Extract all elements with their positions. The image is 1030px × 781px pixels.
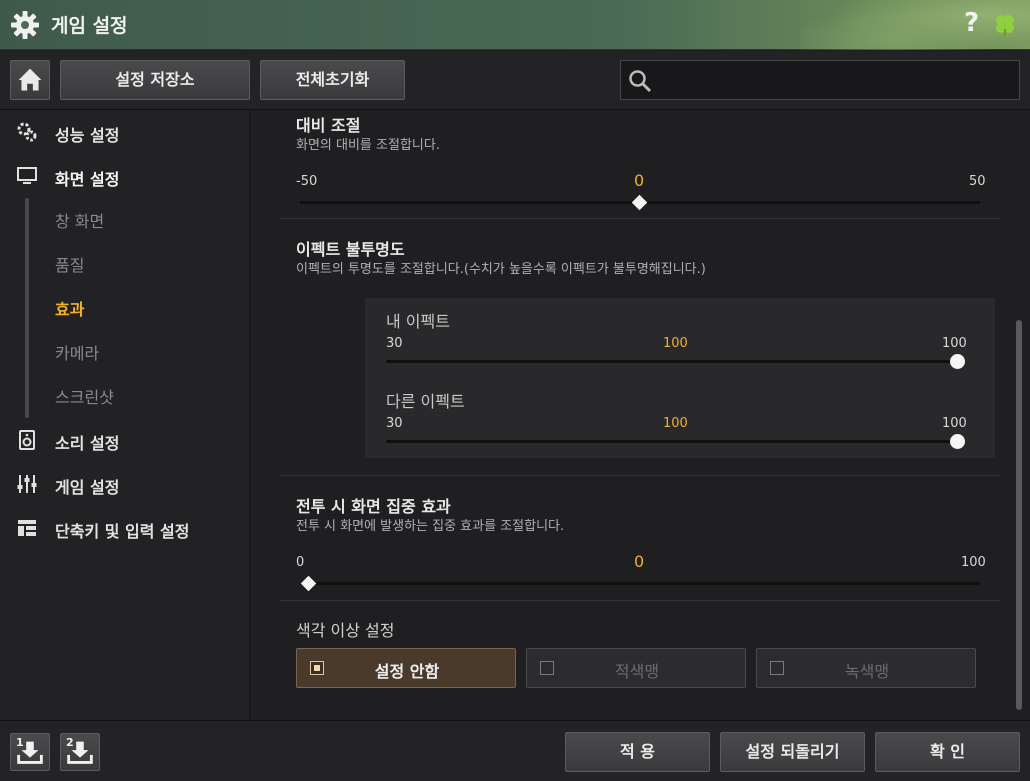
load-slot-2-button[interactable]: 2 <box>60 733 100 771</box>
help-icon[interactable]: ? <box>964 8 979 38</box>
my-effect-slider[interactable] <box>386 360 956 363</box>
contrast-desc: 화면의 대비를 조절합니다. <box>296 138 440 153</box>
download-icon <box>17 741 43 764</box>
combat-focus-slider[interactable] <box>300 582 980 585</box>
sidebar-subitem-camera[interactable]: 카메라 <box>55 340 99 364</box>
contrast-title: 대비 조절 <box>296 116 361 135</box>
my-effect-max: 100 <box>942 336 967 351</box>
sidebar-subitem-quality[interactable]: 품질 <box>55 252 84 276</box>
revert-button[interactable]: 설정 되돌리기 <box>720 732 865 772</box>
sidebar-item-performance[interactable]: 성능 설정 <box>0 112 250 152</box>
home-icon <box>18 68 42 91</box>
other-effect-min: 30 <box>386 416 403 431</box>
other-effect-value: 100 <box>663 416 688 431</box>
monitor-icon <box>17 167 37 184</box>
divider <box>280 475 1000 476</box>
sidebar-item-label: 단축키 및 입력 설정 <box>55 522 190 541</box>
option-label: 적색맹 <box>614 662 660 681</box>
effect-opacity-title: 이펙트 불투명도 <box>296 240 405 259</box>
sidebar-subitem-screenshot[interactable]: 스크린샷 <box>55 384 114 408</box>
color-blind-deuteranopia-option[interactable]: 녹색맹 <box>756 648 976 688</box>
search-box[interactable] <box>620 60 1020 100</box>
contrast-value: 0 <box>634 171 645 190</box>
reset-all-button[interactable]: 전체초기화 <box>260 60 405 100</box>
speaker-icon <box>19 430 35 450</box>
combat-focus-title: 전투 시 화면 집중 효과 <box>296 497 451 516</box>
sidebar-subitem-window[interactable]: 창 화면 <box>55 208 104 232</box>
sidebar-item-label: 소리 설정 <box>55 434 120 453</box>
other-effect-slider-handle[interactable] <box>950 434 965 449</box>
ok-button[interactable]: 확 인 <box>875 732 1020 772</box>
sidebar-item-label: 화면 설정 <box>55 170 120 189</box>
other-effect-max: 100 <box>942 416 967 431</box>
my-effect-min: 30 <box>386 336 403 351</box>
combat-focus-desc: 전투 시 화면에 발생하는 집중 효과를 조절합니다. <box>296 519 565 534</box>
combat-focus-value: 0 <box>634 552 645 571</box>
effect-opacity-desc: 이펙트의 투명도를 조절합니다.(수치가 높을수록 이펙트가 불투명해집니다.) <box>296 262 706 277</box>
option-label: 설정 안함 <box>374 662 440 681</box>
layout-icon <box>18 520 36 536</box>
clover-icon[interactable] <box>992 12 1018 38</box>
scrollbar[interactable] <box>1016 320 1022 710</box>
divider <box>280 218 1000 219</box>
sidebar: 성능 설정 화면 설정 창 화면 품질 효과 카메라 스크린샷 소리 설정 게임… <box>0 110 250 720</box>
footer: 1 2 적 용 설정 되돌리기 확 인 <box>0 720 1030 781</box>
sidebar-item-display[interactable]: 화면 설정 <box>0 156 250 196</box>
combat-focus-min: 0 <box>296 555 305 570</box>
combat-focus-max: 100 <box>961 555 986 570</box>
load-slot-1-button[interactable]: 1 <box>10 733 50 771</box>
sidebar-item-sound[interactable]: 소리 설정 <box>0 420 250 460</box>
submenu-line <box>25 198 29 418</box>
settings-store-button[interactable]: 설정 저장소 <box>60 60 250 100</box>
gear-icon <box>11 11 39 39</box>
search-icon <box>629 70 652 93</box>
sidebar-item-label: 성능 설정 <box>55 126 120 145</box>
other-effect-slider[interactable] <box>386 440 956 443</box>
search-input[interactable] <box>659 61 1014 99</box>
sliders-icon <box>17 475 37 493</box>
my-effect-slider-handle[interactable] <box>950 354 965 369</box>
apply-button[interactable]: 적 용 <box>565 732 710 772</box>
sidebar-item-label: 게임 설정 <box>55 478 120 497</box>
sidebar-item-game[interactable]: 게임 설정 <box>0 464 250 504</box>
divider <box>280 600 1000 601</box>
option-label: 녹색맹 <box>844 662 890 681</box>
sidebar-subitem-effects[interactable]: 효과 <box>55 296 84 320</box>
my-effect-label: 내 이펙트 <box>386 312 450 331</box>
color-blind-none-option[interactable]: 설정 안함 <box>296 648 516 688</box>
contrast-min: -50 <box>296 174 318 189</box>
home-button[interactable] <box>10 60 50 100</box>
sidebar-item-shortcuts[interactable]: 단축키 및 입력 설정 <box>0 508 250 548</box>
color-blind-protanopia-option[interactable]: 적색맹 <box>526 648 746 688</box>
other-effect-label: 다른 이펙트 <box>386 392 465 411</box>
download-icon <box>67 741 93 764</box>
color-blind-title: 색각 이상 설정 <box>296 621 395 640</box>
my-effect-value: 100 <box>663 336 688 351</box>
toolbar: 설정 저장소 전체초기화 <box>0 51 1030 110</box>
title-bar: 게임 설정 ? <box>0 0 1030 50</box>
gears-icon <box>17 122 37 142</box>
contrast-max: 50 <box>969 174 986 189</box>
window-title: 게임 설정 <box>51 15 128 37</box>
effect-opacity-panel <box>365 298 995 458</box>
